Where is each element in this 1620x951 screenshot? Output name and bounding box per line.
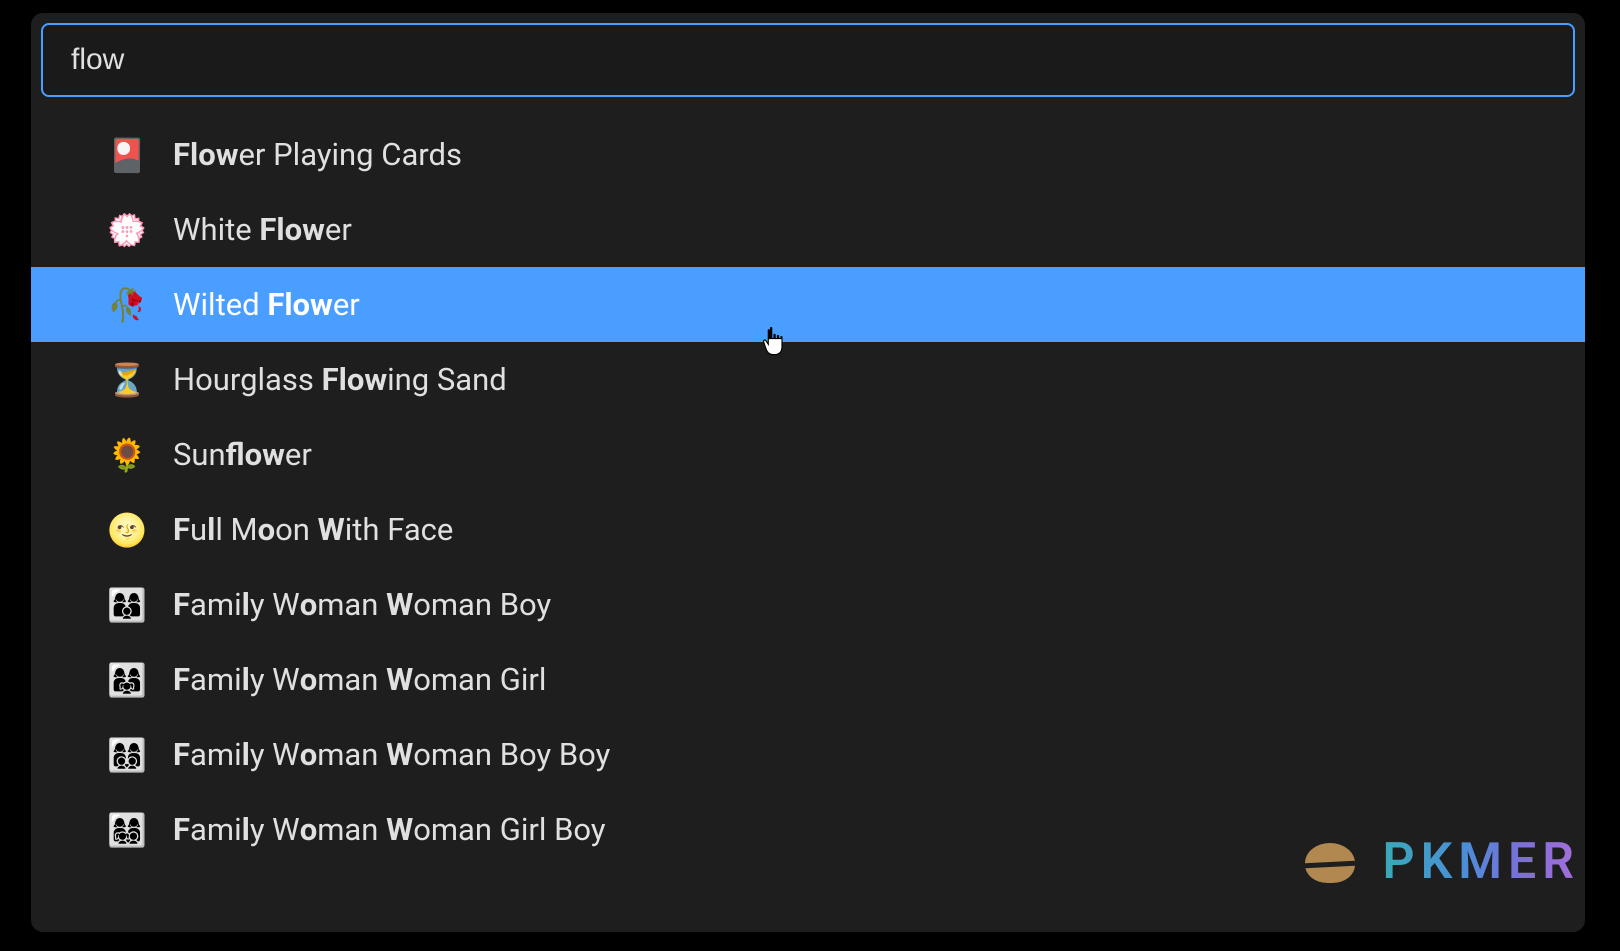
emoji-icon: 👩‍👩‍👦 <box>107 587 143 623</box>
emoji-icon: 👩‍👩‍👧 <box>107 662 143 698</box>
result-label: White Flower <box>173 211 352 248</box>
emoji-icon: 👩‍👩‍👧‍👦 <box>107 812 143 848</box>
result-item[interactable]: 👩‍👩‍👦‍👦 Family Woman Woman Boy Boy <box>31 717 1585 792</box>
emoji-icon: 🥀 <box>107 287 143 323</box>
search-input[interactable] <box>41 23 1575 97</box>
result-label: Family Woman Woman Boy <box>173 586 551 623</box>
result-label: Family Woman Woman Girl Boy <box>173 811 606 848</box>
result-item[interactable]: 💮 White Flower <box>31 192 1585 267</box>
result-label: Family Woman Woman Girl <box>173 661 546 698</box>
emoji-icon: ⏳ <box>107 362 143 398</box>
emoji-icon: 🌝 <box>107 512 143 548</box>
emoji-icon: 💮 <box>107 212 143 248</box>
emoji-picker-modal: 🎴 Flower Playing Cards 💮 White Flower 🥀 Wilte… <box>31 13 1585 932</box>
result-label: Flower Playing Cards <box>173 136 462 173</box>
result-label: Family Woman Woman Boy Boy <box>173 736 610 773</box>
result-item[interactable]: 👩‍👩‍👧 Family Woman Woman Girl <box>31 642 1585 717</box>
emoji-icon: 👩‍👩‍👦‍👦 <box>107 737 143 773</box>
result-item[interactable]: 🌝 Full Moon With Face <box>31 492 1585 567</box>
emoji-icon: 🎴 <box>107 137 143 173</box>
result-item[interactable]: 🥀 Wilted Flower <box>31 267 1585 342</box>
emoji-icon: 🌻 <box>107 437 143 473</box>
search-row <box>31 23 1585 97</box>
watermark-logo-icon <box>1295 835 1365 890</box>
result-label: Wilted Flower <box>173 286 360 323</box>
result-label: Full Moon With Face <box>173 511 453 548</box>
result-label: Hourglass Flowing Sand <box>173 361 507 398</box>
result-item[interactable]: ⏳ Hourglass Flowing Sand <box>31 342 1585 417</box>
result-label: Sunflower <box>173 436 312 473</box>
results-list[interactable]: 🎴 Flower Playing Cards 💮 White Flower 🥀 Wilte… <box>31 117 1585 932</box>
result-item[interactable]: 🌻 Sunflower <box>31 417 1585 492</box>
result-item[interactable]: 🎴 Flower Playing Cards <box>31 117 1585 192</box>
result-item[interactable]: 👩‍👩‍👦 Family Woman Woman Boy <box>31 567 1585 642</box>
watermark: PKMER <box>1295 833 1580 891</box>
watermark-text: PKMER <box>1383 833 1580 891</box>
